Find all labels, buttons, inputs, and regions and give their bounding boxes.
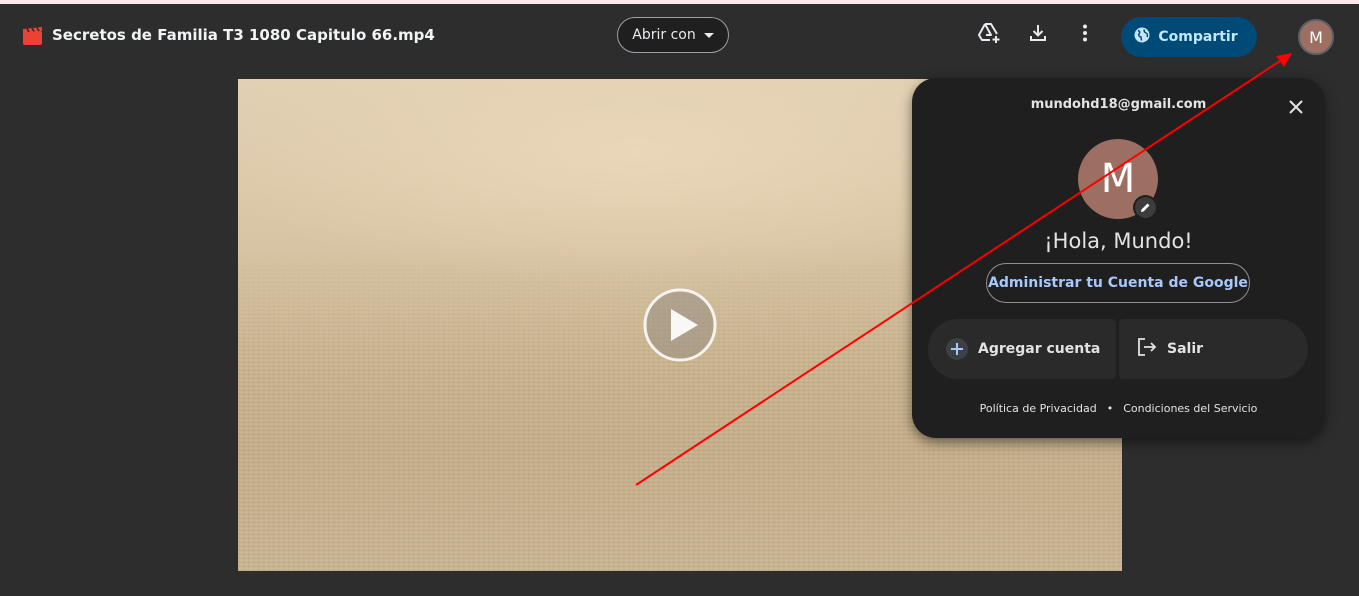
more-options-button[interactable] [1071,21,1099,49]
panel-footer: Política de Privacidad • Condiciones del… [912,402,1325,415]
play-icon [642,288,718,367]
greeting-text: ¡Hola, Mundo! [1044,229,1193,253]
logout-icon [1137,338,1157,360]
open-with-label: Abrir con [632,27,696,43]
avatar-large-initial: M [1100,156,1136,202]
privacy-policy-link[interactable]: Política de Privacidad [980,402,1097,415]
pencil-icon [1140,198,1151,217]
edit-photo-circle [1135,197,1156,218]
account-email: mundohd18@gmail.com [1030,97,1207,112]
footer-separator: • [1106,402,1114,415]
account-avatar-button[interactable]: M [1298,19,1334,55]
caret-down-icon [703,27,714,43]
close-panel-button[interactable] [1282,94,1310,122]
account-panel: mundohd18@gmail.com M ¡Hola, Mundo! Admi… [912,78,1325,438]
play-button[interactable] [642,287,718,363]
share-label: Compartir [1158,29,1238,45]
more-vert-icon [1082,24,1088,46]
avatar-initial: M [1309,27,1323,47]
sign-out-button[interactable]: Salir [1119,319,1308,379]
video-file-icon [23,27,42,45]
share-button[interactable]: Compartir [1121,17,1257,57]
edit-photo-button[interactable] [1133,195,1158,220]
file-title: Secretos de Familia T3 1080 Capitulo 66.… [52,26,435,44]
add-account-button[interactable]: Agregar cuenta [928,319,1116,379]
download-button[interactable] [1024,21,1052,49]
add-to-drive-icon [977,22,1001,48]
manage-account-label: Administrar tu Cuenta de Google [988,275,1248,291]
open-with-button[interactable]: Abrir con [617,17,729,53]
download-icon [1029,24,1047,46]
plus-icon [946,338,968,360]
globe-icon [1134,27,1150,47]
manage-account-button[interactable]: Administrar tu Cuenta de Google [986,263,1250,303]
sign-out-label: Salir [1167,341,1204,357]
add-account-label: Agregar cuenta [978,341,1101,357]
close-icon [1289,99,1303,118]
add-to-drive-button[interactable] [975,21,1003,49]
terms-of-service-link[interactable]: Condiciones del Servicio [1123,402,1257,415]
top-edge-strip [0,0,1359,4]
